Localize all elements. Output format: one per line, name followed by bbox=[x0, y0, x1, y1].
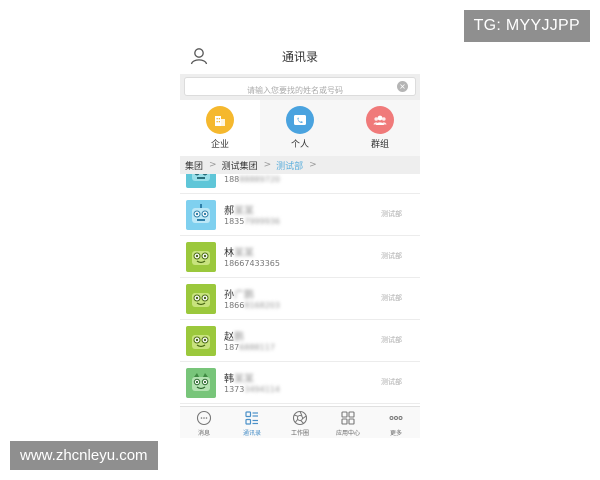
search-box: × bbox=[184, 77, 416, 100]
robot-green-icon bbox=[186, 284, 216, 314]
contact-phone: 18357999936 bbox=[224, 217, 280, 226]
nav-label: 消息 bbox=[197, 430, 210, 437]
contact-phone: 1876888117 bbox=[224, 343, 275, 352]
nav-label: 应用中心 bbox=[335, 430, 360, 437]
breadcrumb-item-group[interactable]: 集团 bbox=[185, 159, 203, 172]
nav-label: 工作圈 bbox=[290, 430, 309, 437]
more-icon bbox=[389, 416, 403, 420]
contact-phone: 18668168203 bbox=[224, 301, 280, 310]
search-bar: × bbox=[180, 74, 420, 100]
contact-row[interactable]: 林某某 18667433365 测试部 bbox=[180, 236, 420, 278]
contact-phone: 13733494114 bbox=[224, 385, 280, 394]
clear-icon[interactable]: × bbox=[397, 81, 408, 92]
tab-enterprise[interactable]: 企业 bbox=[180, 100, 260, 156]
category-tabs: 企业 个人 群组 bbox=[180, 100, 420, 156]
robot-lightgreen-icon bbox=[186, 368, 216, 398]
watermark-bottom-left: www.zhcnleyu.com bbox=[10, 441, 158, 470]
contact-dept: 测试部 bbox=[381, 252, 402, 260]
watermark-top-right: TG: MYYJJPP bbox=[463, 10, 590, 42]
nav-item-work-circle[interactable]: 工作圈 bbox=[276, 410, 324, 437]
contacts-icon bbox=[245, 411, 258, 425]
header-bar: 通讯录 bbox=[180, 38, 420, 74]
contact-dept: 测试部 bbox=[381, 336, 402, 344]
tab-label: 个人 bbox=[290, 140, 309, 150]
page-title: 通讯录 bbox=[281, 50, 318, 64]
contact-name: 孙广鹏 bbox=[224, 290, 254, 301]
nav-item-more[interactable]: 更多 bbox=[372, 410, 420, 437]
robot-green-icon bbox=[186, 242, 216, 272]
breadcrumb-separator: > bbox=[263, 160, 272, 170]
contact-row[interactable]: 孙广鹏 18668168203 测试部 bbox=[180, 278, 420, 320]
contact-phone: 18888889720 bbox=[224, 175, 280, 184]
apps-grid-icon bbox=[341, 411, 355, 425]
contact-name: 赵鹏 bbox=[224, 332, 244, 343]
aperture-icon bbox=[292, 410, 308, 426]
robot-green-icon bbox=[186, 326, 216, 356]
breadcrumb-separator: > bbox=[209, 160, 217, 170]
tab-personal[interactable]: 个人 bbox=[260, 100, 340, 156]
contact-row[interactable]: 郝某某 18357999936 测试部 bbox=[180, 194, 420, 236]
nav-label: 通讯录 bbox=[242, 430, 261, 437]
contact-list: 18888889720 郝某某 18357999936 测试部 林某某 1866… bbox=[180, 174, 420, 406]
nav-item-contacts[interactable]: 通讯录 bbox=[228, 410, 276, 437]
tab-label: 企业 bbox=[210, 140, 229, 150]
contact-row[interactable]: 赵鹏 1876888117 测试部 bbox=[180, 320, 420, 362]
nav-item-messages[interactable]: 消息 bbox=[180, 410, 228, 437]
contact-dept: 测试部 bbox=[381, 210, 402, 218]
building-icon bbox=[206, 106, 234, 134]
nav-label: 更多 bbox=[389, 430, 402, 437]
message-icon bbox=[196, 410, 212, 426]
breadcrumb: 集团 > 测试集团 > 测试部 > bbox=[180, 156, 420, 174]
contact-row[interactable]: 18888889720 bbox=[180, 174, 420, 194]
tab-group[interactable]: 群组 bbox=[340, 100, 420, 156]
contact-row[interactable]: 韩某某 13733494114 测试部 bbox=[180, 362, 420, 404]
breadcrumb-item-test-dept: 测试部 bbox=[276, 161, 304, 172]
group-icon bbox=[366, 106, 394, 134]
breadcrumb-item-test-group[interactable]: 测试集团 bbox=[222, 159, 258, 172]
phone-card-icon bbox=[286, 106, 314, 134]
robot-teal-icon bbox=[186, 174, 216, 188]
contact-phone: 18667433365 bbox=[224, 259, 280, 268]
nav-item-app-center[interactable]: 应用中心 bbox=[324, 410, 372, 437]
contact-dept: 测试部 bbox=[381, 378, 402, 386]
contact-name: 郝某某 bbox=[224, 206, 254, 217]
search-input[interactable] bbox=[193, 81, 397, 100]
contact-name: 韩某某 bbox=[224, 374, 254, 385]
breadcrumb-separator: > bbox=[309, 160, 317, 170]
tab-label: 群组 bbox=[370, 140, 389, 150]
bottom-nav: 消息 通讯录 工作圈 应用中心 更多 bbox=[180, 406, 420, 438]
contact-dept: 测试部 bbox=[381, 294, 402, 302]
robot-blue-icon bbox=[186, 200, 216, 230]
phone-screen: 通讯录 × 企业 bbox=[180, 38, 420, 438]
contact-name: 林某某 bbox=[224, 248, 254, 259]
